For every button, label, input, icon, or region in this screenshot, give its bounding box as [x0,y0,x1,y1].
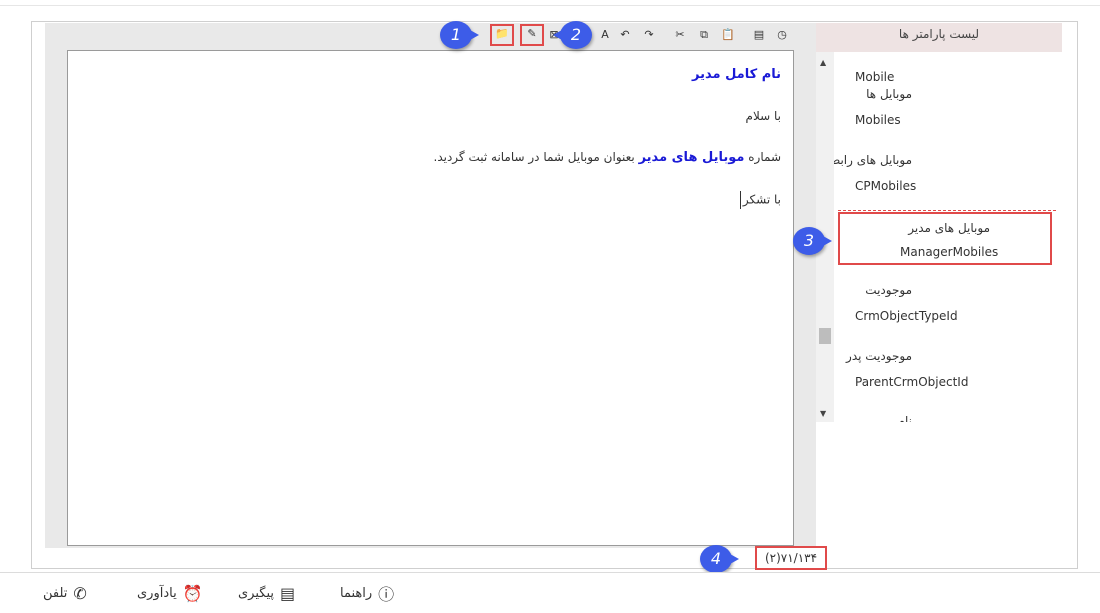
callout-badge-2: 2 [553,21,592,49]
editor-toolbar: 📁 ✎ ⊠ A ↶ ↷ ✂ ⧉ 📋 ▤ ◷ [490,24,790,46]
redo-icon[interactable]: ↷ [641,27,657,43]
editor-greeting: با سلام [745,109,781,123]
message-editor[interactable]: نام کامل مدیر با سلام شماره موبایل های م… [67,50,794,546]
param-code: CrmObjectTypeId [855,309,958,323]
open-folder-icon[interactable]: 📁 [490,24,514,46]
param-code: ManagerMobiles [900,245,999,259]
param-item[interactable]: موبایل های رابط CPMobiles [834,153,1062,213]
param-label: موبایل ها [866,87,912,101]
reminder-button[interactable]: ⏰ یادآوری [137,582,203,604]
callout-badge-3: 3 [793,227,832,255]
text-caret [739,191,741,209]
alarm-clock-icon: ⏰ [182,583,203,603]
param-item[interactable]: موجودیت پدر ParentCrmObjectId [834,349,1062,409]
param-label: موجودیت پدر [846,349,912,363]
callout-badge-4: 4 [700,545,739,573]
callout-badge-1: 1 [440,21,479,49]
followup-label: پیگیری [238,585,274,601]
followup-button[interactable]: ▤ پیگیری [238,582,295,604]
help-button[interactable]: ⓘ راهنما [340,582,394,604]
cut-icon[interactable]: ✂ [672,27,688,43]
undo-icon[interactable]: ↶ [617,27,633,43]
char-counter: (۲)۷۱/۱۳۴ [755,546,827,570]
edit-template-icon[interactable]: ✎ [520,24,544,46]
param-code: Mobile [855,70,895,84]
top-divider [0,5,1100,6]
params-panel-header: لیست پارامتر ها [816,23,1062,52]
spellcheck-icon[interactable]: A [597,27,613,43]
phone-label: تلفن [43,585,68,601]
param-code: CPMobiles [855,179,917,193]
params-list: Mobile موبایل ها Mobiles موبایل های رابط… [834,52,1062,422]
scroll-thumb[interactable] [819,328,831,344]
editor-body-line: شماره موبایل های مدیر بعنوان موبایل شما … [434,150,782,165]
editor-closing-line: با تشکر [739,191,781,209]
param-item-selected[interactable]: موبایل های مدیر ManagerMobiles [838,212,1052,265]
body-suffix: بعنوان موبایل شما در سامانه ثبت گردید. [433,150,635,164]
selection-dash [838,210,1056,211]
param-item[interactable]: نام [834,414,1062,422]
editor-title: نام کامل مدیر [692,67,781,82]
reminder-label: یادآوری [137,585,177,601]
body-param-token: موبایل های مدیر [638,150,745,165]
help-label: راهنما [340,585,373,601]
param-code: Mobiles [855,113,901,127]
param-item[interactable]: موجودیت CrmObjectTypeId [834,283,1062,343]
param-code: ParentCrmObjectId [855,375,969,389]
copy-icon[interactable]: ⧉ [696,27,712,43]
param-label: موبایل های مدیر [908,221,990,235]
scroll-down-icon[interactable]: ▼ [820,409,826,418]
body-prefix: شماره [748,150,781,164]
clipboard-list-icon: ▤ [280,583,296,603]
param-label: موبایل های رابط [834,153,912,167]
paste-icon[interactable]: 📋 [720,27,736,43]
insert-field-icon[interactable]: ▤ [751,27,767,43]
scroll-up-icon[interactable]: ▲ [820,58,826,67]
phone-icon: ✆ [73,583,87,603]
param-label: موجودیت [865,283,912,297]
param-label: نام [897,414,912,422]
phone-button[interactable]: ✆ تلفن [43,582,87,604]
param-item[interactable]: موبایل ها Mobiles [834,87,1062,147]
question-circle-icon: ⓘ [378,585,395,604]
insert-time-icon[interactable]: ◷ [774,27,790,43]
editor-closing: با تشکر [742,192,781,207]
bottom-action-bar: ⓘ راهنما ▤ پیگیری ⏰ یادآوری ✆ تلفن [0,572,1100,613]
